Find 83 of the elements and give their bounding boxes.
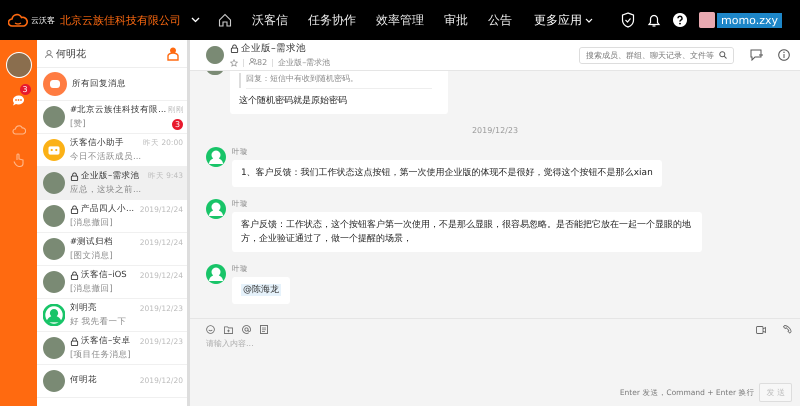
profile-avatar[interactable] — [6, 52, 32, 78]
emoji-icon[interactable] — [206, 325, 215, 334]
phone-icon[interactable] — [783, 325, 792, 334]
all-replies-item[interactable]: 所有回复消息 — [37, 68, 187, 101]
shield-check-icon[interactable] — [621, 12, 635, 28]
bell-icon[interactable] — [647, 12, 661, 28]
user-name[interactable]: momo.zxy — [717, 12, 782, 28]
caret-icon[interactable] — [191, 17, 200, 23]
person-icon — [45, 50, 53, 58]
unread-badge: 3 — [20, 84, 30, 95]
message-preview: [图文消息] — [70, 250, 113, 262]
star-icon[interactable] — [230, 58, 238, 66]
photo-placeholder — [43, 238, 65, 260]
more-apps-menu[interactable]: 更多应用 — [534, 12, 593, 28]
sender-avatar-icon — [206, 264, 226, 284]
photo-placeholder — [43, 337, 65, 359]
chat-bubble-icon[interactable] — [12, 94, 25, 106]
conversation-name: 何明花 — [70, 374, 97, 386]
photo-placeholder — [43, 172, 65, 194]
nav-tab[interactable]: 任务协作 — [298, 0, 366, 40]
unread-badge: 3 — [172, 118, 183, 130]
robot-avatar-icon — [43, 139, 65, 161]
contacts-icon[interactable] — [167, 46, 179, 60]
user-name: 何明花 — [56, 48, 86, 60]
person-avatar-icon — [43, 304, 65, 326]
lock-icon — [70, 270, 79, 280]
message-preview: 好 我先看一下 — [70, 316, 127, 328]
chat-subtitle: 企业版–需求池 — [278, 57, 330, 68]
message-text: 这个随机密码就是原始密码 — [239, 94, 348, 108]
info-icon[interactable] — [778, 49, 790, 61]
search-field[interactable]: 搜索成员、群组、聊天记录、文件等 — [579, 46, 734, 64]
conversation-name: #测试归档 — [70, 236, 114, 248]
conversation-name: 沃客信–安卓 — [70, 335, 130, 347]
photo-placeholder — [43, 205, 65, 227]
search-icon — [719, 51, 727, 59]
logo-text: 云沃客 — [31, 14, 55, 26]
photo-placeholder — [206, 46, 224, 64]
photo-placeholder — [43, 106, 65, 128]
message-preview: [消息撤回] — [70, 217, 113, 229]
message-preview: 应总，这块之前... — [70, 184, 142, 196]
sender-avatar-icon — [206, 147, 226, 168]
nav-tab[interactable]: 审批 — [434, 0, 478, 40]
message-text: 1、客户反馈：我们工作状态这点按钮，第一次使用企业版的体现不是很好，觉得这个按钮不是那么xian — [241, 168, 653, 178]
conversation-name: 刘明亮 — [70, 302, 97, 314]
add-chat-icon[interactable] — [750, 49, 764, 61]
help-icon[interactable] — [673, 13, 687, 27]
chat-bubble-icon — [43, 72, 67, 96]
date-divider: 2019/12/23 — [472, 126, 518, 136]
lock-icon — [70, 336, 79, 346]
video-call-icon[interactable] — [756, 326, 766, 334]
nav-tab[interactable]: 效率管理 — [366, 0, 434, 40]
sender-avatar-icon — [206, 198, 226, 219]
lock-icon — [70, 172, 79, 180]
conversation-name: 企业版–需求池 — [70, 170, 140, 182]
item-title: 所有回复消息 — [72, 78, 126, 90]
folder-icon[interactable] — [224, 326, 233, 334]
photo-placeholder — [43, 271, 65, 293]
note-icon[interactable] — [260, 325, 268, 334]
member-count[interactable]: 82 — [249, 58, 268, 67]
home-icon[interactable] — [218, 13, 232, 27]
quoted-message: 回复：短信中有收到随机密码。 — [239, 73, 439, 88]
members-icon — [249, 58, 257, 65]
message-text: 客户反馈：工作状态，这个按钮客户第一次使用，不是那么显眼，很容易忽略。是否能把它放在一起一个显眼的地方，企业验证通过了，做一个提醒的场景， — [241, 220, 691, 244]
photo-placeholder — [43, 370, 65, 392]
conversation-name: 沃客信–iOS — [70, 269, 127, 281]
message-input[interactable]: 请输入内容... — [206, 334, 792, 383]
conversation-name: #北京云族佳科技有限... — [70, 104, 166, 116]
lock-icon — [70, 204, 79, 214]
mention-icon[interactable] — [242, 325, 251, 334]
message-preview: [项目任务消息] — [70, 349, 131, 361]
mention-tag[interactable]: @陈海龙 — [241, 284, 281, 296]
conversation-name: 产品四人小... — [70, 203, 134, 215]
caret-icon — [585, 18, 593, 22]
conversation-name: 沃客信小助手 — [70, 137, 124, 149]
nav-tab[interactable]: 沃客信 — [242, 0, 298, 40]
message-preview: [消息撤回] — [70, 283, 113, 295]
cloud-logo-icon — [8, 13, 28, 27]
nav-tab[interactable]: 公告 — [478, 0, 522, 40]
company-name[interactable]: 北京云族佳科技有限公司 — [60, 12, 181, 28]
chat-title: 企业版–需求池 — [230, 42, 330, 55]
lock-icon — [230, 44, 239, 53]
message-preview: [赞] — [70, 118, 86, 130]
message-preview: 今日不活跃成员... — [70, 151, 142, 163]
